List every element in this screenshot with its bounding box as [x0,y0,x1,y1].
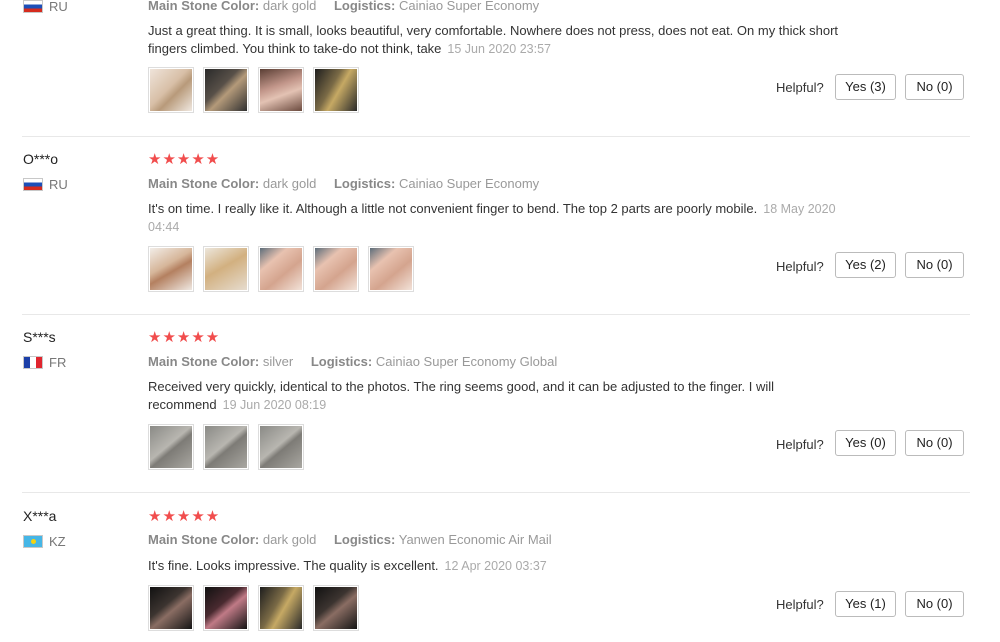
logistics-value: Cainiao Super Economy [398,0,540,13]
russia-flag-icon [23,0,43,13]
helpful-no-button[interactable]: No (0) [905,430,964,456]
star-rating: ★★★★★ [148,508,221,525]
stone-color-value: dark gold [262,176,317,191]
helpful-yes-button[interactable]: Yes (2) [835,252,896,278]
reviewer-country: FR [23,355,66,370]
review-text: Just a great thing. It is small, looks b… [148,23,839,56]
review-date: 15 Jun 2020 23:57 [447,42,551,56]
star-rating: ★★★★★ [148,151,221,168]
helpful-no-button[interactable]: No (0) [905,252,964,278]
kazakhstan-flag-icon [23,535,43,548]
stone-color-value: silver [262,354,294,369]
reviewer-country: RU [23,177,68,192]
helpful-no-button[interactable]: No (0) [905,591,964,617]
review-photo-thumbnail[interactable] [203,246,249,292]
helpful-label: Helpful? [776,259,824,274]
reviewer-country: KZ [23,534,66,549]
review-divider [22,136,970,137]
review-photo-thumbnail[interactable] [203,585,249,631]
review-text: It's fine. Looks impressive. The quality… [148,558,547,573]
logistics-value: Cainiao Super Economy [398,176,540,191]
russia-flag-icon [23,178,43,191]
review-photos [148,67,368,113]
review-properties: Main Stone Color: dark gold Logistics: C… [148,0,540,13]
reviewer-name: S***s [23,329,56,345]
helpful-no-button[interactable]: No (0) [905,74,964,100]
review-divider [22,314,970,315]
review-photo-thumbnail[interactable] [313,585,359,631]
review-photo-thumbnail[interactable] [368,246,414,292]
star-rating: ★★★★★ [148,329,221,346]
review-photo-thumbnail[interactable] [203,424,249,470]
review-photo-thumbnail[interactable] [258,246,304,292]
helpful-yes-button[interactable]: Yes (0) [835,430,896,456]
review-photo-thumbnail[interactable] [313,67,359,113]
review-photo-thumbnail[interactable] [148,67,194,113]
reviewer-name: O***o [23,151,59,167]
review-photo-thumbnail[interactable] [148,246,194,292]
review-photo-thumbnail[interactable] [258,67,304,113]
reviewer-name: X***a [23,508,57,524]
helpful-yes-button[interactable]: Yes (3) [835,74,896,100]
review-photo-thumbnail[interactable] [203,67,249,113]
review-photo-thumbnail[interactable] [148,585,194,631]
helpful-yes-button[interactable]: Yes (1) [835,591,896,617]
review-date: 19 Jun 2020 08:19 [222,398,327,412]
logistics-value: Yanwen Economic Air Mail [398,532,552,547]
review-photo-thumbnail[interactable] [258,585,304,631]
helpful-label: Helpful? [776,80,824,95]
stone-color-value: dark gold [262,532,317,547]
helpful-label: Helpful? [776,597,824,612]
review-photos [148,585,368,631]
review-properties: Main Stone Color: silver Logistics: Cain… [148,354,558,369]
reviewer-country: RU [23,0,68,14]
stone-color-value: dark gold [262,0,317,13]
review-photo-thumbnail[interactable] [148,424,194,470]
review-photos [148,424,313,470]
review-photos [148,246,423,292]
logistics-value: Cainiao Super Economy Global [375,354,558,369]
review-text: It's on time. I really like it. Although… [148,201,836,234]
review-date: 12 Apr 2020 03:37 [444,559,547,573]
review-properties: Main Stone Color: dark gold Logistics: Y… [148,532,552,547]
review-properties: Main Stone Color: dark gold Logistics: C… [148,176,540,191]
review-divider [22,492,970,493]
france-flag-icon [23,356,43,369]
review-photo-thumbnail[interactable] [258,424,304,470]
review-text: Received very quickly, identical to the … [148,379,775,412]
review-photo-thumbnail[interactable] [313,246,359,292]
helpful-label: Helpful? [776,437,824,452]
